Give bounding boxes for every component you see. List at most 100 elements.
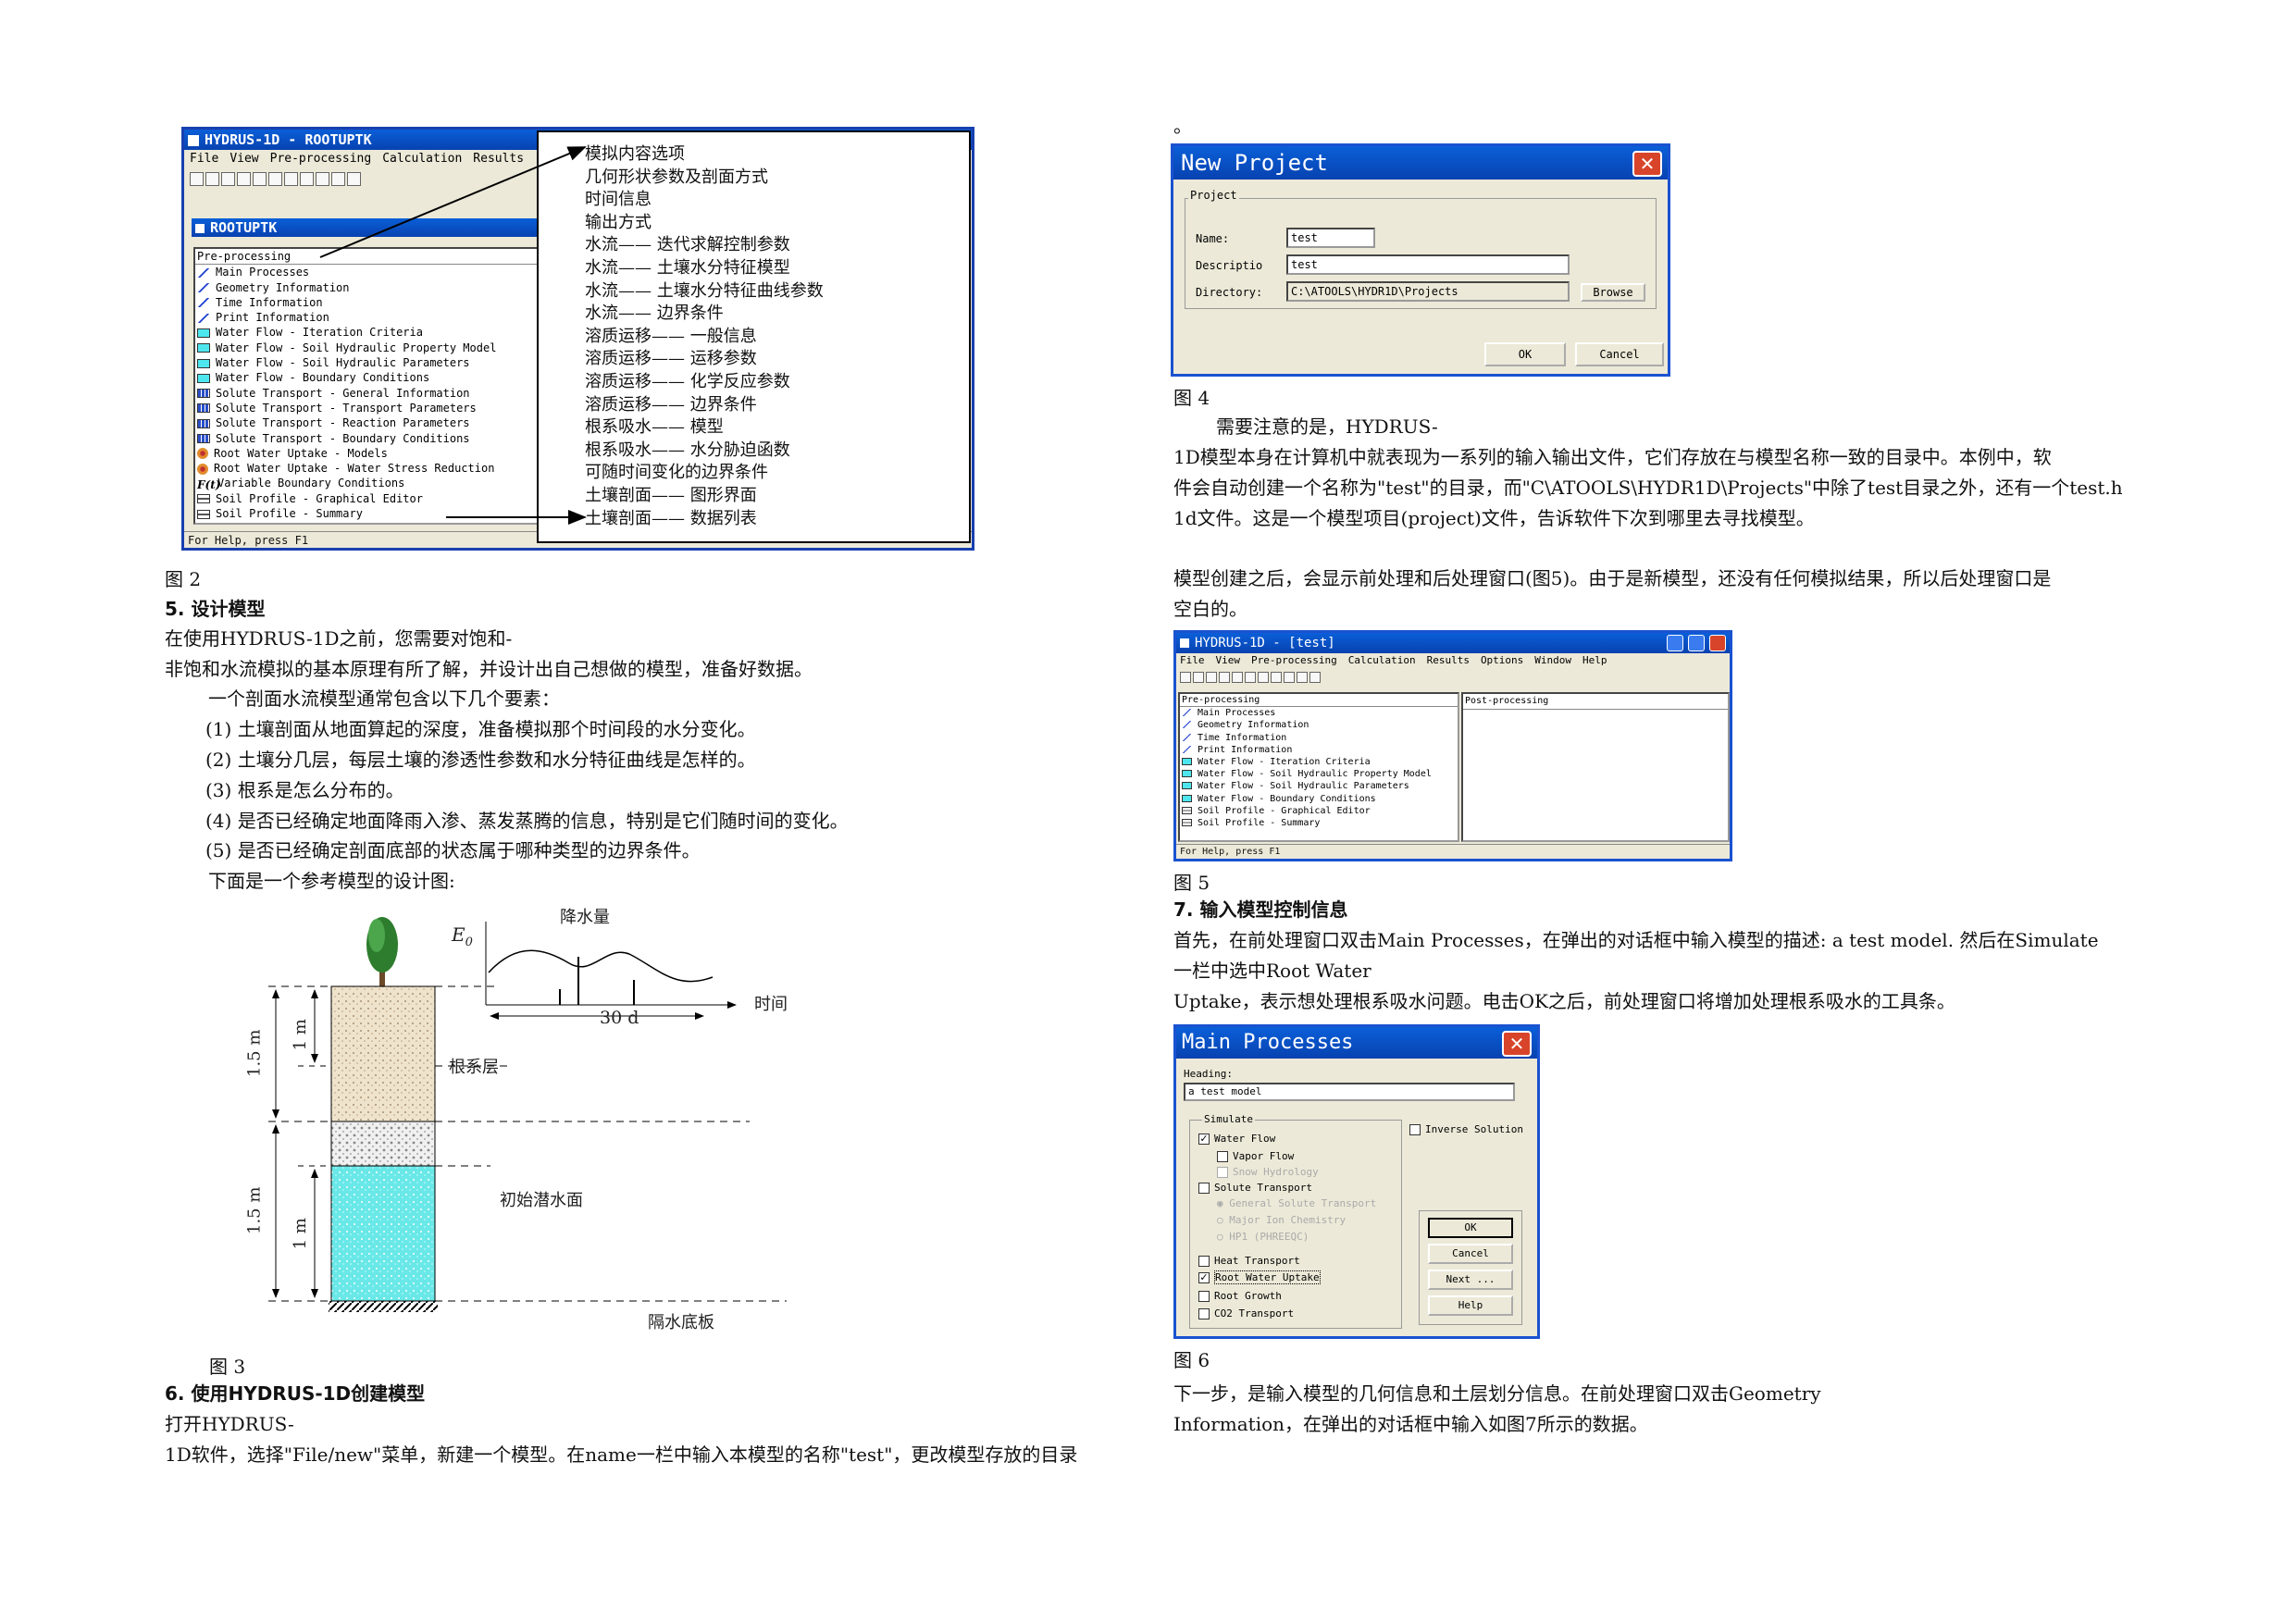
list-item[interactable]: Print Information [1180, 744, 1458, 756]
menu-item-file[interactable]: File [1180, 654, 1205, 666]
list-item[interactable]: Water Flow - Iteration Criteria [1180, 756, 1458, 768]
left-p3: 下面是一个参考模型的设计图: [208, 870, 455, 892]
saturated-layer [330, 1165, 436, 1302]
checkbox[interactable]: ✓ [1198, 1134, 1210, 1145]
vapor-flow-checkbox[interactable]: Vapor Flow [1217, 1150, 1294, 1162]
list-item[interactable]: Water Flow - Soil Hydraulic Property Mod… [1180, 768, 1458, 780]
tile-icon[interactable] [1245, 671, 1256, 683]
item-label: Print Information [1198, 744, 1293, 755]
ok-button[interactable]: OK [1484, 342, 1566, 366]
dialog-title-bar: New Project [1173, 146, 1668, 180]
checkbox[interactable] [1198, 1308, 1210, 1319]
soil-icon [1182, 806, 1192, 814]
heading-label: Heading: [1184, 1068, 1233, 1080]
next-button[interactable]: Next ... [1428, 1270, 1513, 1290]
solute-transport-checkbox[interactable]: Solute Transport [1198, 1182, 1312, 1194]
list-item[interactable]: Soil Profile - Summary [1180, 817, 1458, 829]
checkbox[interactable] [1198, 1183, 1210, 1194]
group-label: Project [1188, 189, 1239, 202]
menu-item-calculation[interactable]: Calculation [1348, 654, 1416, 666]
help-button[interactable]: Help [1428, 1295, 1513, 1316]
menu-item-window[interactable]: Window [1534, 654, 1571, 666]
new-project-dialog: New Project ✕ Project Name: test Descrip… [1171, 143, 1670, 377]
cancel-button[interactable]: Cancel [1575, 342, 1664, 366]
minimize-icon[interactable] [1666, 635, 1683, 651]
open-folder-icon[interactable] [1193, 671, 1204, 683]
section-7-heading: 7. 输入模型控制信息 [1173, 898, 1348, 921]
depth-label: 1 m [290, 1019, 310, 1051]
root-water-uptake-checkbox[interactable]: ✓ Root Water Uptake [1198, 1270, 1321, 1284]
right-p1a: 需要注意的是，HYDRUS- [1216, 415, 1438, 438]
item-label: Time Information [1198, 732, 1287, 743]
checkbox[interactable]: ✓ [1198, 1272, 1210, 1283]
menu-item-view[interactable]: View [1216, 654, 1241, 666]
water-flow-checkbox[interactable]: ✓ Water Flow [1198, 1133, 1275, 1145]
fig3-caption: 图 3 [209, 1356, 246, 1378]
tip-icon[interactable] [1284, 671, 1295, 683]
window-icon[interactable] [1271, 671, 1282, 683]
cascade-icon[interactable] [1258, 671, 1269, 683]
radio-icon: ○ [1217, 1231, 1230, 1243]
menu-item-help[interactable]: Help [1582, 654, 1607, 666]
list-item[interactable]: Water Flow - Soil Hydraulic Parameters [1180, 780, 1458, 792]
toolbar [1176, 668, 1730, 685]
root-growth-checkbox[interactable]: Root Growth [1198, 1290, 1282, 1302]
time-label: 时间 [754, 995, 788, 1014]
cyan-icon [1182, 782, 1192, 790]
list-item: (3) 根系是怎么分布的。 [205, 779, 404, 801]
menu-item-results[interactable]: Results [1427, 654, 1470, 666]
checkbox[interactable] [1198, 1256, 1210, 1267]
name-field[interactable]: test [1286, 228, 1375, 248]
heading-field[interactable]: a test model [1184, 1083, 1515, 1101]
list-item[interactable]: Water Flow - Boundary Conditions [1180, 793, 1458, 805]
tree-icon [366, 917, 398, 986]
list-item: (4) 是否已经确定地面降雨入渗、蒸发蒸腾的信息，特别是它们随时间的变化。 [205, 810, 849, 832]
depth-label: 1.5 m [244, 1029, 265, 1078]
list-item[interactable]: Main Processes [1180, 707, 1458, 719]
checkbox [1217, 1167, 1228, 1178]
dialog-title: New Project [1181, 150, 1328, 176]
menu-item-options[interactable]: Options [1481, 654, 1523, 666]
right-p1c: 件会自动创建一个名称为"test"的目录，而"C\ATOOLS\HYDR1D\P… [1173, 477, 2123, 499]
rain-label: 降水量 [560, 908, 610, 927]
list-item[interactable]: Time Information [1180, 732, 1458, 744]
inverse-solution-checkbox[interactable]: Inverse Solution [1409, 1123, 1523, 1135]
new-file-icon[interactable] [1180, 671, 1191, 683]
postprocessing-panel: Post-processing [1461, 692, 1730, 842]
close-icon[interactable]: ✕ [1632, 151, 1662, 177]
copyright-icon[interactable] [1309, 671, 1321, 683]
checkbox[interactable] [1409, 1124, 1421, 1135]
ok-button[interactable]: OK [1428, 1218, 1513, 1238]
checkbox[interactable] [1217, 1151, 1228, 1162]
snow-hydrology-checkbox: Snow Hydrology [1217, 1166, 1319, 1178]
major-ion-radio: ○ Major Ion Chemistry [1217, 1214, 1347, 1226]
run-icon[interactable] [1232, 671, 1243, 683]
list-item[interactable]: Geometry Information [1180, 719, 1458, 731]
checkbox[interactable] [1198, 1291, 1210, 1302]
co2-transport-checkbox[interactable]: CO2 Transport [1198, 1307, 1294, 1319]
pen-icon [1182, 721, 1192, 729]
description-field[interactable]: test [1286, 254, 1570, 275]
item-label: Geometry Information [1198, 720, 1309, 731]
help-icon[interactable] [1297, 671, 1308, 683]
save-icon[interactable] [1219, 671, 1230, 683]
close-icon[interactable] [1709, 635, 1726, 651]
item-label: Water Flow - Soil Hydraulic Property Mod… [1198, 769, 1432, 780]
window-controls [1666, 635, 1726, 655]
cancel-button[interactable]: Cancel [1428, 1244, 1513, 1264]
menu-item-pre-processing[interactable]: Pre-processing [1251, 654, 1337, 666]
dialog-title-bar: Main Processes [1176, 1027, 1537, 1059]
heat-transport-checkbox[interactable]: Heat Transport [1198, 1255, 1300, 1267]
open-project-icon[interactable] [1206, 671, 1217, 683]
directory-field[interactable]: C:\ATOOLS\HYDR1D\Projects [1286, 281, 1570, 302]
simulate-label: Simulate [1202, 1113, 1255, 1125]
radio-icon: ◉ [1217, 1197, 1230, 1209]
menu-bar: File View Pre-processing Calculation Results… [1176, 653, 1730, 668]
soil-icon [1182, 818, 1192, 826]
list-item[interactable]: Soil Profile - Graphical Editor [1180, 805, 1458, 817]
maximize-icon[interactable] [1687, 635, 1705, 651]
fig2-caption: 图 2 [165, 568, 202, 590]
root-layer-soil [330, 985, 436, 1122]
browse-button[interactable]: Browse [1581, 283, 1645, 302]
close-icon[interactable]: ✕ [1502, 1031, 1532, 1057]
